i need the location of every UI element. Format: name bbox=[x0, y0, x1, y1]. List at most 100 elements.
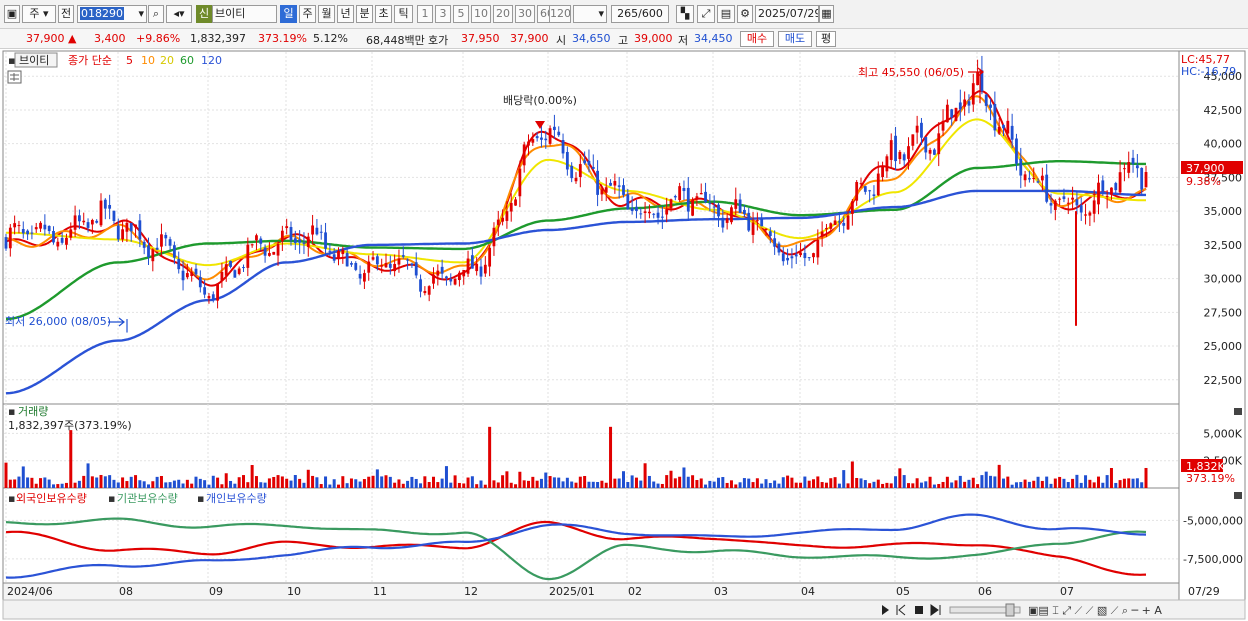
candle-body bbox=[945, 104, 949, 123]
candle-body bbox=[600, 189, 604, 195]
candle-body bbox=[514, 199, 517, 206]
volume-bar bbox=[583, 475, 587, 488]
zoom-slider-thumb[interactable] bbox=[1005, 603, 1015, 617]
volume-bar bbox=[885, 482, 889, 488]
candle-body bbox=[557, 131, 561, 136]
candle-body bbox=[1105, 195, 1109, 197]
volume-bar bbox=[1002, 478, 1005, 488]
price-panel-title[interactable]: 브이티 bbox=[19, 54, 49, 67]
volume-bar bbox=[1071, 478, 1075, 488]
candle-body bbox=[846, 215, 850, 230]
volume-bar bbox=[945, 476, 949, 488]
volume-panel-close-icon[interactable] bbox=[1234, 408, 1242, 415]
candle-body bbox=[337, 250, 340, 258]
candle-body bbox=[1127, 162, 1131, 173]
candle-body bbox=[993, 103, 997, 131]
individual-legend[interactable]: 개인보유수량 bbox=[206, 492, 267, 505]
candle-body bbox=[47, 225, 51, 232]
stock-chart[interactable]: 22,50025,00027,50030,00032,50035,00037,5… bbox=[0, 0, 1248, 621]
candle-body bbox=[332, 254, 336, 261]
candle-body bbox=[863, 186, 867, 192]
candle-body bbox=[855, 181, 859, 201]
stop-icon[interactable] bbox=[915, 606, 923, 614]
ma5-legend[interactable]: 5 bbox=[126, 54, 133, 67]
ma60-legend[interactable]: 60 bbox=[180, 54, 194, 67]
volume-bar bbox=[613, 478, 617, 488]
ma-legend-label[interactable]: 종가 단순 bbox=[68, 54, 112, 67]
volume-bar bbox=[937, 483, 941, 488]
ma20-legend[interactable]: 20 bbox=[160, 54, 174, 67]
volume-bar bbox=[833, 477, 837, 488]
candle-body bbox=[902, 154, 906, 161]
volume-bar bbox=[242, 475, 245, 488]
candle-body bbox=[812, 253, 815, 258]
candle-body bbox=[967, 101, 971, 106]
candle-body bbox=[52, 230, 55, 243]
candle-body bbox=[704, 191, 707, 203]
volume-bar bbox=[453, 475, 457, 488]
volume-bar bbox=[652, 481, 656, 488]
holdings-panel-close-icon[interactable] bbox=[1234, 492, 1242, 499]
candle-body bbox=[1053, 200, 1057, 210]
candle-body bbox=[1023, 174, 1027, 181]
volume-bar bbox=[729, 480, 733, 488]
candle-body bbox=[475, 263, 479, 272]
candle-body bbox=[1058, 198, 1062, 200]
candle-body bbox=[432, 274, 435, 284]
volume-bar bbox=[682, 467, 686, 488]
volume-bar bbox=[375, 469, 379, 488]
candle-body bbox=[95, 220, 99, 223]
volume-bar bbox=[220, 484, 224, 488]
volume-bar bbox=[799, 482, 803, 488]
volume-bar bbox=[850, 461, 854, 488]
candle-body bbox=[799, 252, 802, 256]
price-tick-label: 40,000 bbox=[1204, 138, 1243, 151]
volume-bar bbox=[82, 475, 86, 488]
candle-body bbox=[168, 239, 172, 246]
candle-body bbox=[807, 257, 811, 259]
candle-body bbox=[665, 209, 669, 215]
candle-body bbox=[924, 137, 928, 153]
candle-body bbox=[574, 177, 578, 182]
volume-bar bbox=[129, 476, 133, 488]
volume-panel-title[interactable]: 거래량 bbox=[18, 405, 48, 418]
candle-body bbox=[34, 227, 38, 230]
volume-bar bbox=[919, 482, 923, 488]
volume-bar bbox=[773, 480, 777, 488]
candle-body bbox=[371, 257, 375, 260]
volume-bar bbox=[574, 482, 578, 488]
candle-body bbox=[285, 226, 289, 229]
candle-body bbox=[794, 254, 798, 257]
volume-bar bbox=[1118, 480, 1122, 488]
volume-bar bbox=[47, 479, 51, 488]
ma10-legend[interactable]: 10 bbox=[141, 54, 155, 67]
candle-body bbox=[298, 239, 302, 243]
volume-bar bbox=[565, 477, 569, 488]
volume-bar bbox=[134, 475, 138, 488]
candle-body bbox=[86, 222, 90, 228]
volume-bar bbox=[315, 477, 319, 488]
volume-bar bbox=[889, 483, 893, 488]
candle-body bbox=[73, 215, 77, 230]
candle-body bbox=[578, 164, 582, 178]
volume-bar bbox=[4, 462, 8, 488]
candle-body bbox=[401, 255, 405, 257]
candle-body bbox=[112, 210, 116, 221]
ma120-legend[interactable]: 120 bbox=[201, 54, 222, 67]
institution-legend[interactable]: 기관보유수량 bbox=[117, 492, 178, 505]
candle-body bbox=[302, 242, 306, 244]
tool-icons[interactable]: ▣▤ ⌶ ⤢ ⟋ ⟋ ▧ ⟋ ⌕ ─ + A bbox=[1028, 604, 1162, 617]
hc-value: HC:-16,79 bbox=[1181, 65, 1236, 78]
candle-body bbox=[561, 140, 565, 154]
volume-bar bbox=[1045, 476, 1049, 488]
volume-bar bbox=[246, 482, 250, 488]
volume-bar bbox=[812, 479, 815, 488]
volume-bar bbox=[954, 480, 958, 488]
volume-bar bbox=[691, 475, 695, 488]
candle-body bbox=[1114, 183, 1118, 191]
foreign-legend[interactable]: 외국인보유수량 bbox=[16, 492, 87, 505]
volume-bar bbox=[289, 480, 293, 488]
volume-bar bbox=[837, 483, 841, 488]
candle-body bbox=[393, 263, 397, 272]
volume-bar bbox=[470, 476, 474, 488]
